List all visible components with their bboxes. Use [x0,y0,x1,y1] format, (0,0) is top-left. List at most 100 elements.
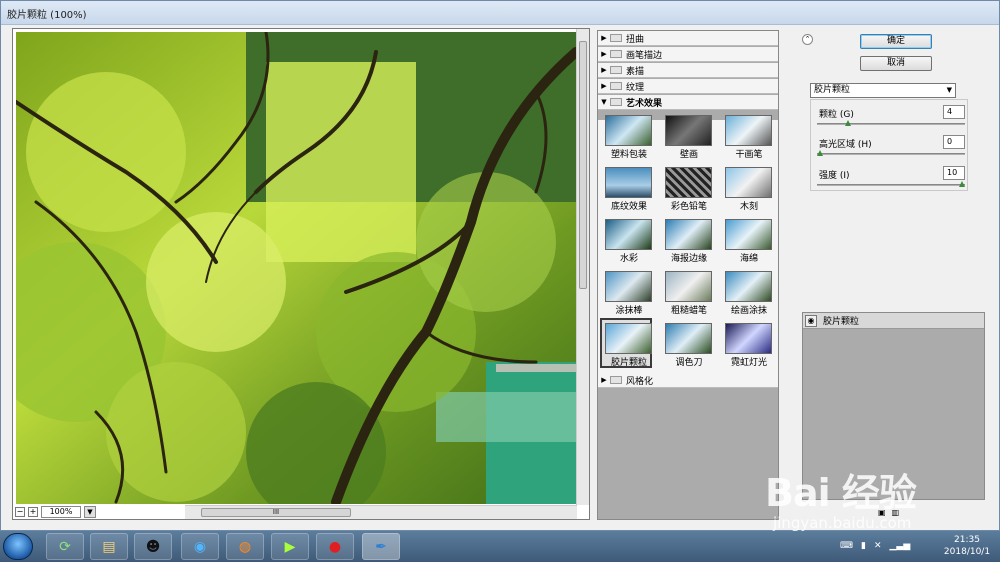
refresh-app-icon[interactable]: ⟳ [46,533,84,560]
filter-label: 粗糙蜡笔 [670,306,707,316]
zoom-in-button[interactable]: + [28,507,38,517]
expand-arrow-icon: ▶ [601,376,607,384]
horizontal-scrollbar[interactable]: III [185,505,577,519]
cancel-button[interactable]: 取消 [860,56,932,71]
category-label: 艺术效果 [626,98,663,109]
filter-neon-glow[interactable]: 霓虹灯光 [722,320,774,370]
intensity-slider[interactable] [817,181,965,187]
filter-plastic-wrap[interactable]: 塑料包装 [602,112,654,162]
title-bar: 胶片颗粒 (100%) [1,1,999,25]
category-texture[interactable]: ▶ 纹理 [598,79,778,94]
filter-label: 霓虹灯光 [730,358,767,368]
qq-icon[interactable]: ☻ [134,533,172,560]
expand-arrow-icon: ▶ [601,34,607,42]
thumbnail-image [605,323,652,354]
filter-palette-knife[interactable]: 调色刀 [662,320,714,370]
category-distort[interactable]: ▶ 扭曲 [598,31,778,46]
baidu-watermark: Bai 经验 jingyan.baidu.com [765,462,995,547]
folder-icon [610,376,622,384]
thumbnail-image [665,323,712,354]
thumbnail-image [605,115,652,146]
folder-icon [610,66,622,74]
player-app-icon[interactable]: ▶ [271,533,309,560]
filter-colored-pencil[interactable]: 彩色铅笔 [662,164,714,214]
preview-image[interactable] [16,32,576,504]
scroll-grip: III [272,508,280,516]
filter-label: 绘画涂抹 [730,306,767,316]
vertical-scrollbar[interactable] [576,29,589,505]
highlight-area-slider[interactable] [817,150,965,156]
filter-dry-brush[interactable]: 干画笔 [722,112,774,162]
expand-arrow-icon: ▶ [601,82,607,90]
start-button[interactable] [3,533,33,560]
zoom-level[interactable]: 100% [41,506,81,518]
effect-layer[interactable]: ◉ 胶片颗粒 [803,313,984,329]
forest-photo [16,32,576,504]
media-player-icon[interactable]: ◉ [181,533,219,560]
category-label: 风格化 [626,376,654,387]
zoom-out-button[interactable]: − [15,507,25,517]
filter-cutout[interactable]: 木刻 [722,164,774,214]
category-label: 扭曲 [626,34,645,45]
expand-arrow-icon: ▶ [601,50,607,58]
collapse-icon[interactable]: ⌃ [802,34,813,45]
record-app-icon[interactable]: ● [316,533,354,560]
preview-panel[interactable]: − + 100% ▼ III [12,28,590,520]
settings-panel: ⌃ 确定 取消 胶片颗粒 ▼ 颗粒 (G) 4 高光区域 (H) 0 强度 (I)… [798,30,988,520]
intensity-slider-handle[interactable] [959,181,965,187]
thumbnail-image [665,167,712,198]
filter-watercolor[interactable]: 水彩 [602,216,654,266]
thumbnail-image [665,219,712,250]
filter-poster-edges[interactable]: 海报边缘 [662,216,714,266]
filter-smudge-stick[interactable]: 涂抹棒 [602,268,654,318]
thumbnail-image [665,115,712,146]
watermark-url: jingyan.baidu.com [773,514,912,532]
filter-label: 胶片颗粒 [610,358,647,368]
filter-paint-daubs[interactable]: 绘画涂抹 [722,268,774,318]
highlight-area-input[interactable]: 0 [943,135,965,149]
thumbnail-image [725,323,772,354]
thumbnail-image [605,271,652,302]
intensity-input[interactable]: 10 [943,166,965,180]
horizontal-scroll-thumb[interactable]: III [201,508,351,517]
thumbnail-image [605,219,652,250]
thumbnail-image [665,271,712,302]
watermark-logo-text: Bai 经验 [765,471,917,515]
dropdown-arrow-icon: ▼ [946,86,952,94]
thumbnail-image [725,219,772,250]
zoom-dropdown-arrow-icon[interactable]: ▼ [84,506,96,518]
photoshop-feather-icon[interactable]: ✒ [362,533,400,560]
filter-label: 调色刀 [675,358,703,368]
category-label: 纹理 [626,82,645,93]
firefox-icon[interactable]: ◍ [226,533,264,560]
category-artistic[interactable]: ▼ 艺术效果 [598,95,778,110]
category-brush-strokes[interactable]: ▶ 画笔描边 [598,47,778,62]
filter-select-value: 胶片颗粒 [814,85,851,95]
file-explorer-icon[interactable]: ▤ [90,533,128,560]
thumbnail-image [725,271,772,302]
grain-slider-handle[interactable] [845,120,852,126]
folder-open-icon [610,98,622,106]
grain-slider[interactable] [817,120,965,126]
filter-rough-pastels[interactable]: 粗糙蜡笔 [662,268,714,318]
filter-underpainting[interactable]: 底纹效果 [602,164,654,214]
highlight-area-slider-handle[interactable] [817,150,823,156]
filter-label: 海报边缘 [670,254,707,264]
thumbnail-image [725,115,772,146]
filter-film-grain-selected[interactable]: 胶片颗粒 [600,318,652,368]
eye-icon[interactable]: ◉ [805,314,817,327]
filter-fresco[interactable]: 壁画 [662,112,714,162]
filter-label: 海绵 [739,254,758,264]
filter-label: 水彩 [619,254,638,264]
filter-sponge[interactable]: 海绵 [722,216,774,266]
vertical-scroll-thumb[interactable] [579,41,587,289]
grain-input[interactable]: 4 [943,105,965,119]
category-stylize[interactable]: ▶ 风格化 [598,373,778,388]
filter-select[interactable]: 胶片颗粒 ▼ [810,83,956,98]
zoom-bar: − + 100% ▼ [15,505,185,519]
folder-icon [610,50,622,58]
ok-button[interactable]: 确定 [860,34,932,49]
expand-arrow-icon: ▶ [601,66,607,74]
collapse-arrow-icon: ▼ [601,98,607,106]
category-sketch[interactable]: ▶ 素描 [598,63,778,78]
